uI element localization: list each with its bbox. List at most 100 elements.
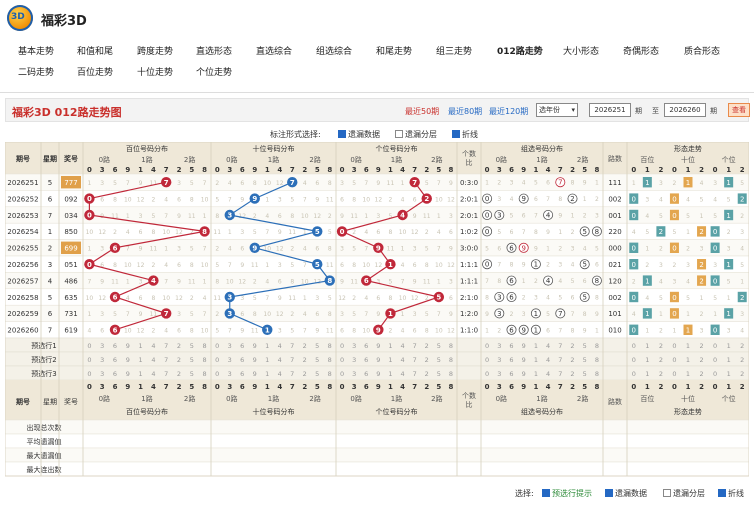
missing-value: 5 [497,229,501,236]
preview-digit: 9 [522,342,526,350]
to-issue-input[interactable]: 2026260 [664,103,706,117]
checkbox-icon[interactable] [542,489,550,497]
missing-value: 8 [215,278,219,285]
header-digit: 6 [113,166,118,174]
missing-value: 7 [571,311,575,318]
preview-digit: 6 [364,370,368,378]
missing-value: 3 [727,328,731,335]
group-ball-text: 9 [521,326,525,334]
preview-digit: 3 [228,370,232,378]
missing-value: 8 [497,278,501,285]
nav-item-4[interactable]: 直选综合 [256,44,292,57]
preview-digit: 2 [177,342,181,350]
nav-item-5[interactable]: 组选综合 [316,44,352,57]
footer-digit: 1 [533,383,538,391]
preview-digit: 1 [727,342,731,350]
missing-value: 7 [364,246,368,253]
bottom-line[interactable]: 折线 [718,488,744,499]
missing-value: 2 [290,246,294,253]
checkbox-icon[interactable] [605,489,613,497]
row-prize: 850 [64,228,77,236]
missing-value: 5 [645,229,649,236]
missing-value: 1 [645,246,649,253]
footer-digit: 9 [125,383,130,391]
missing-value: 5 [534,180,538,187]
missing-value: 9 [449,180,453,187]
nav-item-10[interactable]: 奇偶形态 [623,44,659,57]
missing-value: 6 [100,196,104,203]
missing-value: 2 [659,328,663,335]
row-issue: 2026260 [7,327,38,335]
missing-value: 10 [362,328,370,335]
checkbox-icon[interactable] [395,130,403,138]
missing-value: 1 [686,229,690,236]
preview-digit: 8 [203,370,207,378]
nav-item-11[interactable]: 质合形态 [684,44,720,57]
nav-item-7[interactable]: 组三走势 [436,44,472,57]
header-sub: 0路 [350,155,361,164]
preview-digit: 0 [672,370,676,378]
from-issue-input[interactable]: 2026251 [589,103,631,117]
nav-item-1[interactable]: 和值和尾 [77,44,113,57]
missing-value: 2 [522,295,526,302]
recent-120-link[interactable]: 最近120期 [489,106,528,117]
missing-value: 3 [177,311,181,318]
option-missing-layer[interactable]: 遗漏分层 [395,129,437,140]
preview-digit: 3 [352,370,356,378]
missing-value: 4 [265,278,269,285]
nav-item-0[interactable]: 基本走势 [18,44,54,57]
row-week: 7 [48,327,52,335]
row-ratio: 2:1:0 [460,294,478,302]
missing-value: 10 [201,262,209,269]
footer-digit: 9 [376,383,381,391]
checkbox-icon[interactable] [718,489,726,497]
missing-value: 6 [497,245,501,252]
nav-item-12[interactable]: 二码走势 [18,65,54,78]
bottom-missing[interactable]: 遗漏数据 [605,488,647,499]
bottom-preview[interactable]: 预选行提示 [542,488,592,499]
option-line[interactable]: 折线 [452,129,478,140]
recent-50-link[interactable]: 最近50期 [405,106,439,117]
nav-item-3[interactable]: 直选形态 [196,44,232,57]
footer-group: 个位号码分布 [376,407,418,416]
nav-item-13[interactable]: 百位走势 [77,65,113,78]
nav-item-15[interactable]: 个位走势 [196,65,232,78]
checkbox-icon[interactable] [452,130,460,138]
missing-value: 12 [276,311,284,318]
footer-sub: 0路 [226,394,237,403]
bottom-missing-layer[interactable]: 遗漏分层 [663,488,705,499]
nav-item-14[interactable]: 十位走势 [137,65,173,78]
row-week: 2 [48,245,52,253]
missing-value: 9 [534,245,538,252]
checkbox-icon[interactable] [338,130,346,138]
recent-80-link[interactable]: 最近80期 [448,106,482,117]
nav-item-2[interactable]: 跨度走势 [137,44,173,57]
header-ratio: 比 [466,158,473,167]
missing-value: 5 [673,229,677,236]
nav-item-8[interactable]: 012路走势 [497,44,543,57]
missing-value: 7 [203,246,207,253]
checkbox-icon[interactable] [663,489,671,497]
missing-value: 12 [98,229,106,236]
group-ball-text: 8 [595,277,599,285]
missing-value: 10 [301,213,309,220]
query-button[interactable]: 查看 [728,103,750,117]
row-issue: 2026253 [7,212,38,220]
bottom-label: 选择: [515,489,534,498]
footer-digit: 5 [189,383,194,391]
year-select[interactable]: 选年份 ▾ [536,103,578,117]
group-ball-text: 0 [485,212,489,220]
footer-digit: 8 [449,383,454,391]
preview-digit: 1 [265,356,269,364]
form-block-text: 0 [632,212,636,220]
option-missing[interactable]: 遗漏数据 [338,129,380,140]
missing-value: 6 [177,262,181,269]
preview-digit: 0 [87,356,91,364]
nav-item-6[interactable]: 和尾走势 [376,44,412,57]
missing-value: 3 [659,180,663,187]
missing-value: 8 [558,196,562,203]
row-issue: 2026256 [7,261,39,269]
nav-item-9[interactable]: 大小形态 [563,44,599,57]
row-path: 000 [608,245,621,253]
preview-digit: 0 [672,342,676,350]
